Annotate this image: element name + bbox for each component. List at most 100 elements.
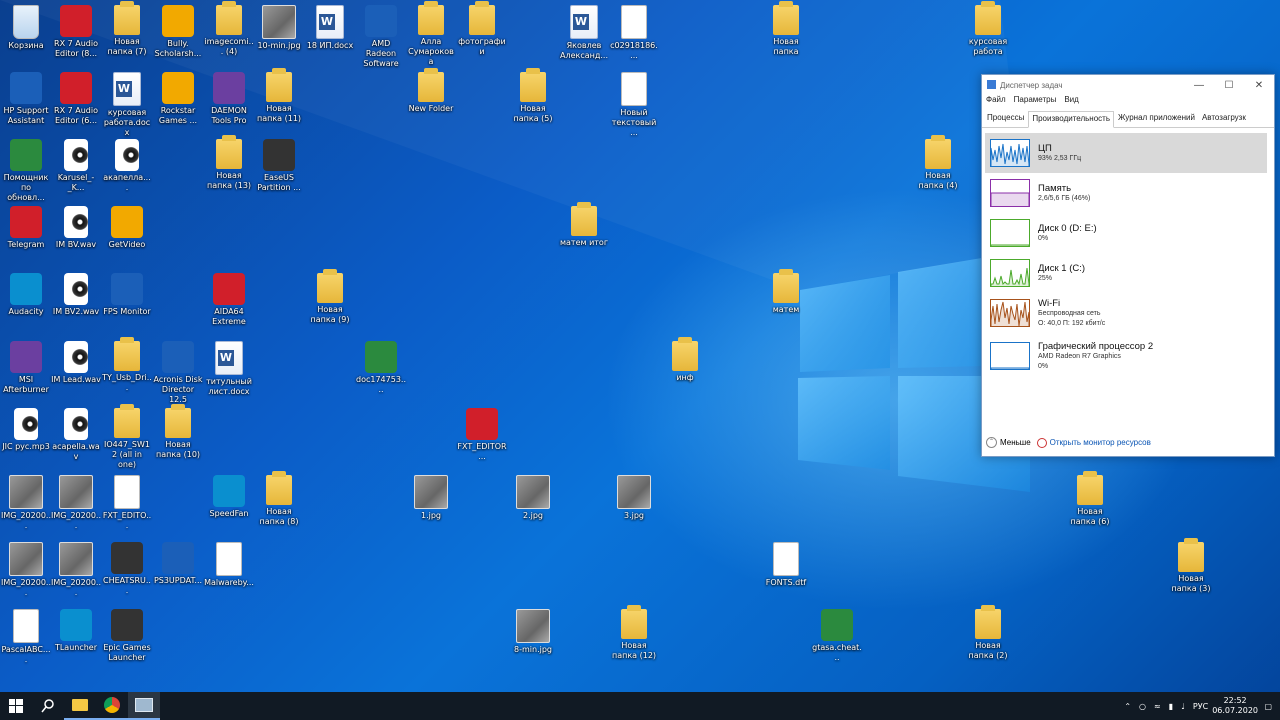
desktop-icon[interactable]: TLauncher — [51, 609, 101, 653]
desktop-icon[interactable]: Новый текстовый ... — [609, 72, 659, 138]
desktop-icon[interactable]: JIC рус.mp3 — [1, 408, 51, 452]
desktop-icon[interactable]: Audacity — [1, 273, 51, 317]
maximize-button[interactable]: ☐ — [1214, 80, 1244, 91]
desktop-icon[interactable]: курсовая работа.docx — [102, 72, 152, 138]
desktop-icon[interactable]: Новая папка (3) — [1166, 538, 1216, 594]
desktop-icon[interactable]: Помощник по обновл... — [1, 139, 51, 203]
desktop-icon[interactable]: Karusel_-_K... — [51, 139, 101, 193]
fewer-details-link[interactable]: Меньше — [1000, 438, 1031, 447]
chevron-up-icon[interactable]: ⌃ — [986, 437, 997, 448]
desktop-icon[interactable]: 18 ИП.docx — [305, 5, 355, 51]
menu-options[interactable]: Параметры — [1014, 95, 1057, 109]
desktop-icon[interactable]: Новая папка (4) — [913, 135, 963, 191]
desktop-icon[interactable]: Rockstar Games ... — [153, 72, 203, 126]
chevron-up-icon[interactable]: ⌃ — [1124, 702, 1131, 711]
desktop-icon[interactable]: 10-min.jpg — [254, 5, 304, 51]
desktop-icon[interactable]: Новая папка (12) — [609, 605, 659, 661]
desktop-icon[interactable]: Новая папка (9) — [305, 269, 355, 325]
menu-file[interactable]: Файл — [986, 95, 1006, 109]
desktop-icon[interactable]: Malwareby... — [204, 542, 254, 588]
desktop-icon[interactable]: Acronis Disk Director 12.5 — [153, 341, 203, 405]
performance-row[interactable]: Память 2,6/5,6 ГБ (46%) — [985, 173, 1267, 213]
desktop-icon[interactable]: HP Support Assistant — [1, 72, 51, 126]
desktop-icon[interactable]: матем итог — [559, 202, 609, 248]
desktop-icon[interactable]: титульный лист.docx — [204, 341, 254, 397]
desktop-icon[interactable]: Bully. Scholarsh... — [153, 5, 203, 59]
tab-performance[interactable]: Производительность — [1028, 111, 1114, 128]
tab-processes[interactable]: Процессы — [984, 111, 1027, 127]
taskbar-task-manager[interactable] — [128, 692, 160, 720]
desktop-icon[interactable]: инф — [660, 337, 710, 383]
desktop-icon[interactable]: FXT_EDITO... — [102, 475, 152, 531]
battery-icon[interactable]: ▮ — [1169, 702, 1173, 711]
performance-row[interactable]: ЦП 93% 2,53 ГГц — [985, 133, 1267, 173]
desktop-icon[interactable]: MSI Afterburner — [1, 341, 51, 395]
desktop-icon[interactable]: IMG_20200... — [51, 475, 101, 531]
desktop-icon[interactable]: 1.jpg — [406, 475, 456, 521]
desktop-icon[interactable]: AMD Radeon Software — [356, 5, 406, 69]
search-button[interactable] — [32, 692, 64, 720]
desktop-icon[interactable]: imagecomi... (4) — [204, 1, 254, 57]
task-manager-titlebar[interactable]: Диспетчер задач — ☐ ✕ — [982, 75, 1274, 95]
start-button[interactable] — [0, 692, 32, 720]
desktop-icon[interactable]: IM Lead.wav — [51, 341, 101, 385]
notifications-icon[interactable]: ▢ — [1264, 702, 1272, 711]
desktop-icon[interactable]: матем — [761, 269, 811, 315]
desktop-icon[interactable]: 8-min.jpg — [508, 609, 558, 655]
desktop-icon[interactable]: Новая папка — [761, 1, 811, 57]
desktop-icon[interactable]: New Folder — [406, 68, 456, 114]
desktop-icon[interactable]: FONTS.dtf — [761, 542, 811, 588]
network-icon[interactable]: ○ — [1139, 702, 1146, 711]
desktop-icon[interactable]: IM BV2.wav — [51, 273, 101, 317]
desktop-icon[interactable]: курсовая работа — [963, 1, 1013, 57]
desktop-icon[interactable]: DAEMON Tools Pro — [204, 72, 254, 126]
open-resource-monitor-link[interactable]: Открыть монитор ресурсов — [1050, 438, 1151, 447]
desktop-icon[interactable]: acapella.wav — [51, 408, 101, 462]
performance-row[interactable]: Диск 0 (D: E:) 0% — [985, 213, 1267, 253]
desktop-icon[interactable]: Новая папка (8) — [254, 471, 304, 527]
desktop-icon[interactable]: Новая папка (2) — [963, 605, 1013, 661]
desktop-icon[interactable]: 2.jpg — [508, 475, 558, 521]
desktop-icon[interactable]: фотографии — [457, 1, 507, 57]
desktop-icon[interactable]: Алла Сумарокова — [406, 1, 456, 67]
desktop-icon[interactable]: PascalABC.... — [1, 609, 51, 665]
desktop-icon[interactable]: IO447_SW12 (all in one) — [102, 404, 152, 470]
desktop-icon[interactable]: FPS Monitor — [102, 273, 152, 317]
desktop-icon[interactable]: Яковлев Александ... — [559, 5, 609, 61]
performance-row[interactable]: Wi-Fi Беспроводная сеть О: 40,0 П: 192 кби… — [985, 293, 1267, 333]
desktop-icon[interactable]: Epic Games Launcher — [102, 609, 152, 663]
desktop-icon[interactable]: IMG_20200... — [1, 542, 51, 598]
minimize-button[interactable]: — — [1184, 80, 1214, 91]
tab-startup[interactable]: Автозагрузк — [1199, 111, 1249, 127]
desktop-icon[interactable]: Новая папка (7) — [102, 1, 152, 57]
desktop-icon[interactable]: RX 7 Audio Editor (6... — [51, 72, 101, 126]
desktop-icon[interactable]: gtasa.cheat... — [812, 609, 862, 663]
clock[interactable]: 22:52 06.07.2020 — [1212, 696, 1258, 716]
desktop-icon[interactable]: акапелла.... — [102, 139, 152, 193]
close-button[interactable]: ✕ — [1244, 80, 1274, 91]
performance-row[interactable]: Графический процессор 2 AMD Radeon R7 Gra… — [985, 333, 1267, 379]
desktop-icon[interactable]: Telegram — [1, 206, 51, 250]
desktop-icon[interactable]: SpeedFan — [204, 475, 254, 519]
desktop-icon[interactable]: Новая папка (5) — [508, 68, 558, 124]
desktop-icon[interactable]: Новая папка (11) — [254, 68, 304, 124]
desktop-icon[interactable]: IMG_20200... — [1, 475, 51, 531]
desktop-icon[interactable]: AIDA64 Extreme — [204, 273, 254, 327]
menu-view[interactable]: Вид — [1064, 95, 1078, 109]
desktop-icon[interactable]: Новая папка (13) — [204, 135, 254, 191]
desktop-icon[interactable]: EaseUS Partition ... — [254, 139, 304, 193]
volume-icon[interactable]: ♩ — [1181, 702, 1185, 711]
language-indicator[interactable]: РУС — [1193, 702, 1208, 711]
desktop-icon[interactable]: PS3UPDAT... — [153, 542, 203, 586]
tab-app-history[interactable]: Журнал приложений — [1115, 111, 1198, 127]
desktop-icon[interactable]: c02918186.... — [609, 5, 659, 61]
desktop-icon[interactable]: RX 7 Audio Editor (8... — [51, 5, 101, 59]
taskbar-chrome[interactable] — [96, 692, 128, 720]
desktop-icon[interactable]: IM BV.wav — [51, 206, 101, 250]
desktop-icon[interactable]: doc174753.... — [356, 341, 406, 395]
desktop-icon[interactable]: CHEATSRU... — [102, 542, 152, 596]
desktop-icon[interactable]: FXT_EDITOR... — [457, 408, 507, 462]
taskbar-file-explorer[interactable] — [64, 692, 96, 720]
desktop-icon[interactable]: TY_Usb_Dri... — [102, 337, 152, 393]
performance-row[interactable]: Диск 1 (C:) 25% — [985, 253, 1267, 293]
